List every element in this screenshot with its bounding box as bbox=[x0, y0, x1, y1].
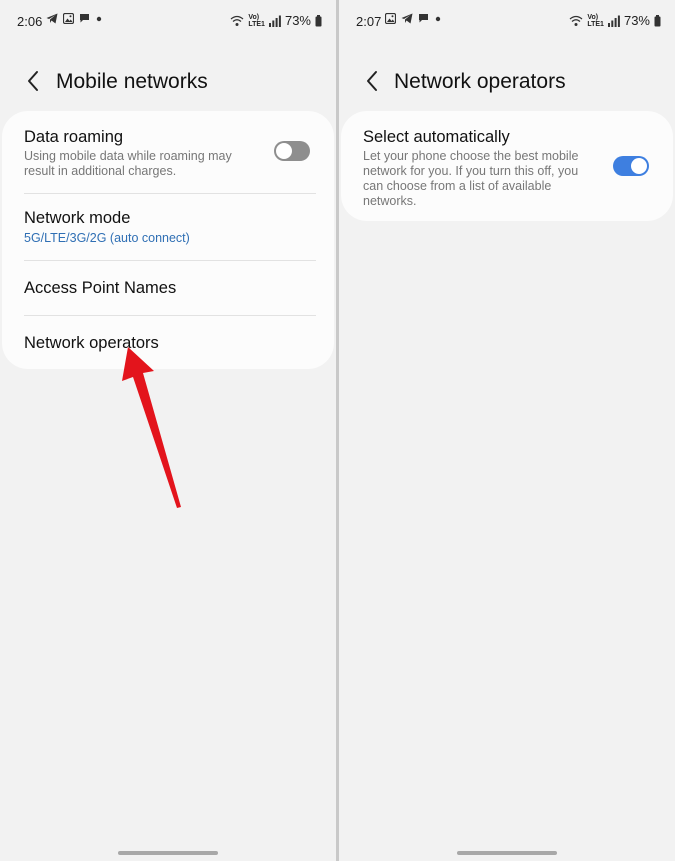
data-roaming-toggle[interactable] bbox=[274, 141, 310, 161]
network-mode-value: 5G/LTE/3G/2G (auto connect) bbox=[24, 231, 190, 245]
notification-dot-icon bbox=[96, 16, 102, 21]
signal-icon bbox=[607, 15, 620, 27]
wifi-calling-icon bbox=[230, 15, 244, 26]
app-bar: Mobile networks bbox=[0, 62, 336, 102]
telegram-icon bbox=[46, 13, 58, 24]
gesture-navigation-handle[interactable] bbox=[457, 851, 557, 855]
back-button[interactable] bbox=[359, 68, 385, 94]
app-bar: Network operators bbox=[339, 62, 675, 102]
lte-label: LTE1 bbox=[587, 20, 604, 28]
network-operators-screen: 2:07 Vo) LTE1 73% Network operators Sele… bbox=[339, 0, 675, 861]
red-arrow-annotation bbox=[122, 347, 181, 508]
select-automatically-row[interactable]: Select automatically Let your phone choo… bbox=[341, 111, 673, 221]
settings-card: Data roaming Using mobile data while roa… bbox=[2, 111, 334, 369]
data-roaming-description: Using mobile data while roaming may resu… bbox=[24, 149, 232, 178]
gallery-icon bbox=[63, 13, 74, 24]
chat-icon bbox=[80, 14, 89, 23]
data-roaming-label: Data roaming bbox=[24, 128, 124, 146]
access-point-names-row[interactable]: Access Point Names bbox=[2, 261, 334, 315]
lte-label: LTE1 bbox=[248, 20, 265, 28]
volte-label: Vo) bbox=[587, 13, 599, 21]
chat-icon bbox=[419, 14, 428, 23]
signal-icon bbox=[268, 15, 281, 27]
mobile-networks-screen: 2:06 Vo) LTE1 73% Mobile networks Data r… bbox=[0, 0, 336, 861]
access-point-names-label: Access Point Names bbox=[24, 279, 177, 297]
battery-percent: 73% bbox=[623, 13, 650, 28]
status-time: 2:06 bbox=[17, 14, 43, 29]
page-title: Network operators bbox=[394, 70, 566, 93]
status-time: 2:07 bbox=[356, 14, 382, 29]
network-mode-row[interactable]: Network mode 5G/LTE/3G/2G (auto connect) bbox=[2, 194, 334, 260]
battery-icon bbox=[654, 14, 661, 26]
status-bar: 2:06 Vo) LTE1 73% bbox=[0, 0, 336, 40]
network-mode-label: Network mode bbox=[24, 209, 131, 227]
battery-icon bbox=[315, 14, 322, 26]
telegram-icon bbox=[401, 13, 413, 24]
battery-percent: 73% bbox=[284, 13, 311, 28]
wifi-calling-icon bbox=[569, 15, 583, 26]
back-arrow-icon bbox=[367, 71, 377, 91]
select-automatically-label: Select automatically bbox=[363, 128, 510, 146]
page-title: Mobile networks bbox=[56, 70, 208, 93]
gallery-icon bbox=[385, 13, 396, 24]
select-automatically-card: Select automatically Let your phone choo… bbox=[341, 111, 673, 221]
status-bar: 2:07 Vo) LTE1 73% bbox=[339, 0, 675, 40]
volte-label: Vo) bbox=[248, 13, 260, 21]
back-arrow-icon bbox=[28, 71, 38, 91]
gesture-navigation-handle[interactable] bbox=[118, 851, 218, 855]
select-automatically-description: Let your phone choose the best mobile ne… bbox=[363, 149, 579, 208]
notification-dot-icon bbox=[435, 16, 441, 21]
back-button[interactable] bbox=[20, 68, 46, 94]
data-roaming-row[interactable]: Data roaming Using mobile data while roa… bbox=[2, 111, 334, 193]
select-automatically-toggle[interactable] bbox=[613, 156, 649, 176]
